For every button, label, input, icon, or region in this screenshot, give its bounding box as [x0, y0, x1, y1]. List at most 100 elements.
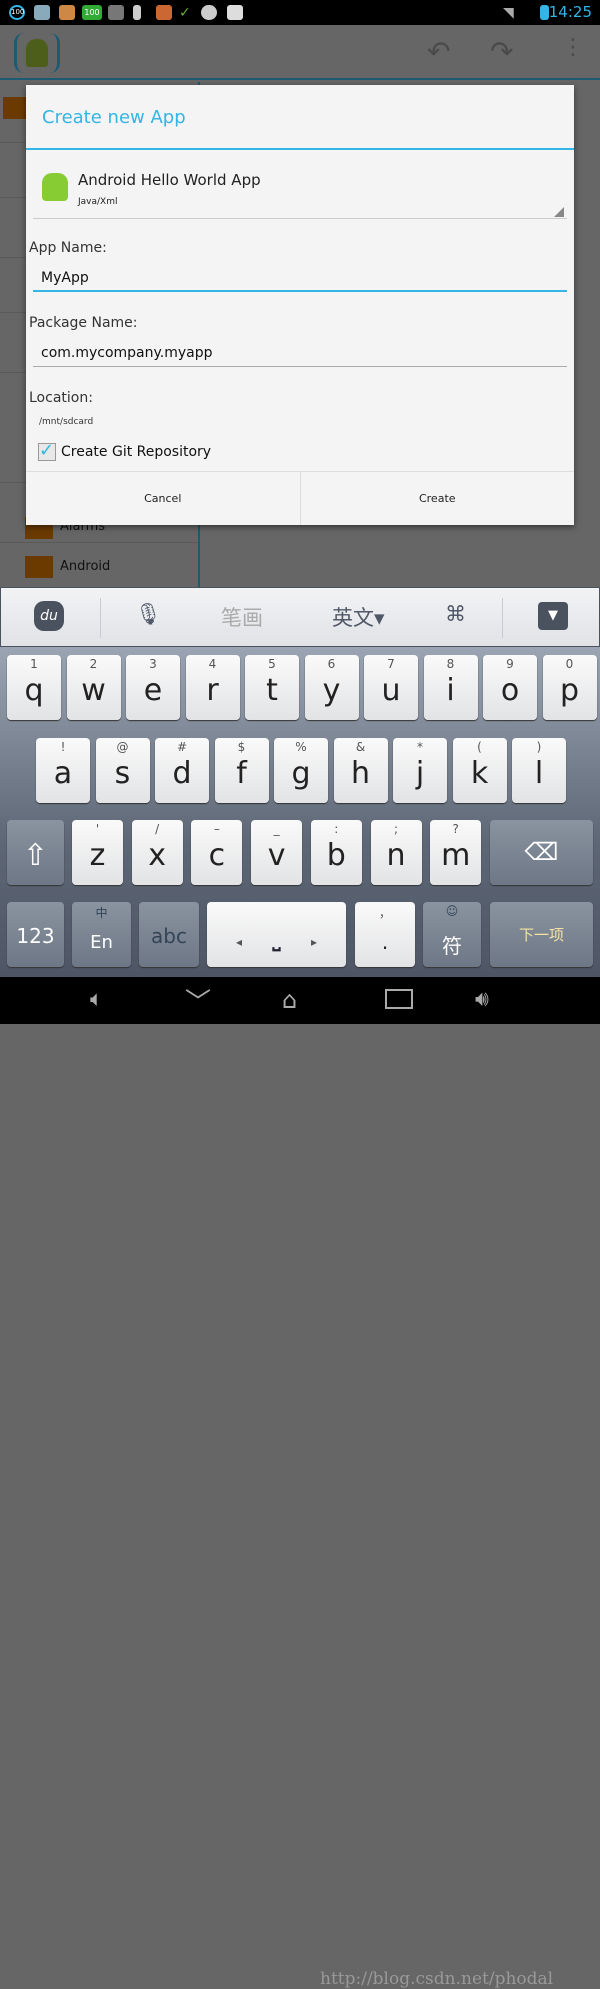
- key-a[interactable]: ! a: [36, 738, 90, 803]
- key-primary: n: [386, 838, 406, 873]
- key-secondary: /: [155, 822, 160, 836]
- numbers-key[interactable]: 123: [7, 902, 64, 967]
- next-field-key[interactable]: 下一项: [490, 902, 593, 967]
- git-checkbox-label[interactable]: Create Git Repository: [61, 444, 211, 460]
- template-spinner-underline: [33, 218, 567, 219]
- key-secondary: ?: [452, 822, 459, 836]
- key-d[interactable]: # d: [155, 738, 209, 803]
- key-primary: i: [446, 673, 455, 708]
- key-primary: e: [143, 673, 163, 708]
- redo-icon[interactable]: ↷: [490, 35, 513, 68]
- battery-app-icon: 100: [82, 5, 102, 20]
- status-bar: 100 100 ✓ ◥ 14:25: [0, 0, 600, 25]
- key-k[interactable]: (k: [452, 738, 507, 803]
- key-secondary: 4: [208, 657, 217, 671]
- key-n[interactable]: ; n: [370, 820, 422, 885]
- spinner-corner-icon[interactable]: [554, 207, 564, 217]
- key-primary: q: [24, 673, 44, 708]
- key-secondary: 6: [327, 657, 336, 671]
- key-primary: y: [322, 673, 341, 708]
- key-primary: r: [206, 673, 219, 708]
- key-p[interactable]: 0p: [542, 655, 597, 720]
- volume-up-icon[interactable]: 🔊︎: [475, 987, 489, 1012]
- key-secondary: #: [176, 740, 188, 754]
- language-button[interactable]: 英文▾: [332, 602, 385, 632]
- git-checkbox[interactable]: ✓: [38, 442, 56, 461]
- key-primary: s: [114, 756, 131, 791]
- undo-icon[interactable]: ↶: [427, 35, 450, 68]
- key-primary: o: [500, 673, 520, 708]
- dialog-title: Create new App: [42, 107, 186, 128]
- key-r[interactable]: 4r: [185, 655, 240, 720]
- overflow-icon[interactable]: ⋮: [562, 37, 584, 59]
- key-g[interactable]: % g: [274, 738, 328, 803]
- cancel-button[interactable]: Cancel: [26, 472, 301, 525]
- key-y[interactable]: 6y: [304, 655, 359, 720]
- app-logo-icon[interactable]: [14, 33, 60, 73]
- key-secondary: *: [417, 740, 423, 754]
- keyboard-icon: [108, 5, 124, 20]
- usb-icon: [133, 5, 141, 20]
- key-j[interactable]: * j: [393, 738, 447, 803]
- title-divider: [26, 148, 574, 150]
- watermark: http://blog.csdn.net/phodal: [320, 1969, 554, 1989]
- language-switch-key[interactable]: 中 En: [72, 902, 131, 967]
- baidu-logo-icon[interactable]: du: [34, 601, 64, 631]
- key-secondary: @: [116, 740, 129, 754]
- backspace-key[interactable]: ⌫: [490, 820, 593, 885]
- shield-icon: [59, 5, 75, 20]
- recent-apps-icon[interactable]: [385, 989, 413, 1009]
- key-h[interactable]: & h: [333, 738, 388, 803]
- key-z[interactable]: ' z: [72, 820, 123, 885]
- app-name-input[interactable]: MyApp: [33, 268, 567, 292]
- app-name-label: App Name:: [29, 240, 107, 256]
- shift-key[interactable]: ⇧: [7, 820, 64, 885]
- battery-charging-icon: [540, 5, 549, 20]
- key-secondary: 3: [149, 657, 157, 671]
- key-s[interactable]: @ s: [95, 738, 150, 803]
- symbols-key[interactable]: ☺ 符: [423, 902, 481, 967]
- space-key[interactable]: ◂ ⎵ ▸: [207, 902, 346, 967]
- volume-down-icon[interactable]: 🔈︎: [90, 987, 103, 1012]
- key-b[interactable]: :b: [310, 820, 362, 885]
- home-icon[interactable]: ⌂: [282, 986, 297, 1014]
- key-m[interactable]: ? m: [430, 820, 482, 885]
- create-button[interactable]: Create: [301, 472, 575, 525]
- package-name-input[interactable]: com.mycompany.myapp: [33, 343, 567, 367]
- key-primary: d: [172, 756, 192, 791]
- key-primary: t: [266, 673, 278, 708]
- key-primary: h: [350, 756, 370, 791]
- key-secondary: :: [334, 822, 339, 836]
- list-item[interactable]: Android: [60, 559, 110, 574]
- key-i[interactable]: 8i: [423, 655, 478, 720]
- key-o[interactable]: 9o: [483, 655, 537, 720]
- command-icon[interactable]: ⌘: [445, 602, 466, 626]
- key-u[interactable]: 7u: [364, 655, 418, 720]
- back-icon[interactable]: ﹀: [185, 982, 211, 1019]
- key-secondary: (: [477, 740, 482, 754]
- key-t[interactable]: 5t: [245, 655, 299, 720]
- key-primary: z: [89, 838, 106, 873]
- key-primary: a: [53, 756, 73, 791]
- clock: 14:25: [548, 3, 592, 21]
- key-l[interactable]: ) l: [512, 738, 566, 803]
- microphone-icon[interactable]: 🎙: [135, 602, 162, 627]
- stroke-mode-button[interactable]: 笔画: [221, 602, 263, 632]
- key-w[interactable]: 2w: [66, 655, 121, 720]
- punctuation-key[interactable]: ，.: [355, 902, 415, 967]
- key-secondary: 8: [446, 657, 455, 671]
- key-primary: c: [208, 838, 226, 873]
- key-q[interactable]: 1q: [7, 655, 61, 720]
- keyboard: 1 q 2 w 3 e 4 r 5 t 6 y 7 u 8 i 9 o 0 p! a @ s # d $ f% g & h * j(k) l ' z…: [0, 647, 600, 977]
- key-primary: v: [267, 838, 286, 873]
- key-secondary: &: [355, 740, 366, 754]
- abc-key[interactable]: abc: [139, 902, 199, 967]
- key-f[interactable]: $ f: [214, 738, 269, 803]
- key-secondary: 2: [89, 657, 98, 671]
- key-x[interactable]: / x: [131, 820, 183, 885]
- key-e[interactable]: 3e: [126, 655, 180, 720]
- key-c[interactable]: – c: [191, 820, 243, 885]
- hide-keyboard-icon[interactable]: ▼: [538, 602, 568, 630]
- key-v[interactable]: _ v: [251, 820, 303, 885]
- template-name[interactable]: Android Hello World App: [78, 171, 261, 189]
